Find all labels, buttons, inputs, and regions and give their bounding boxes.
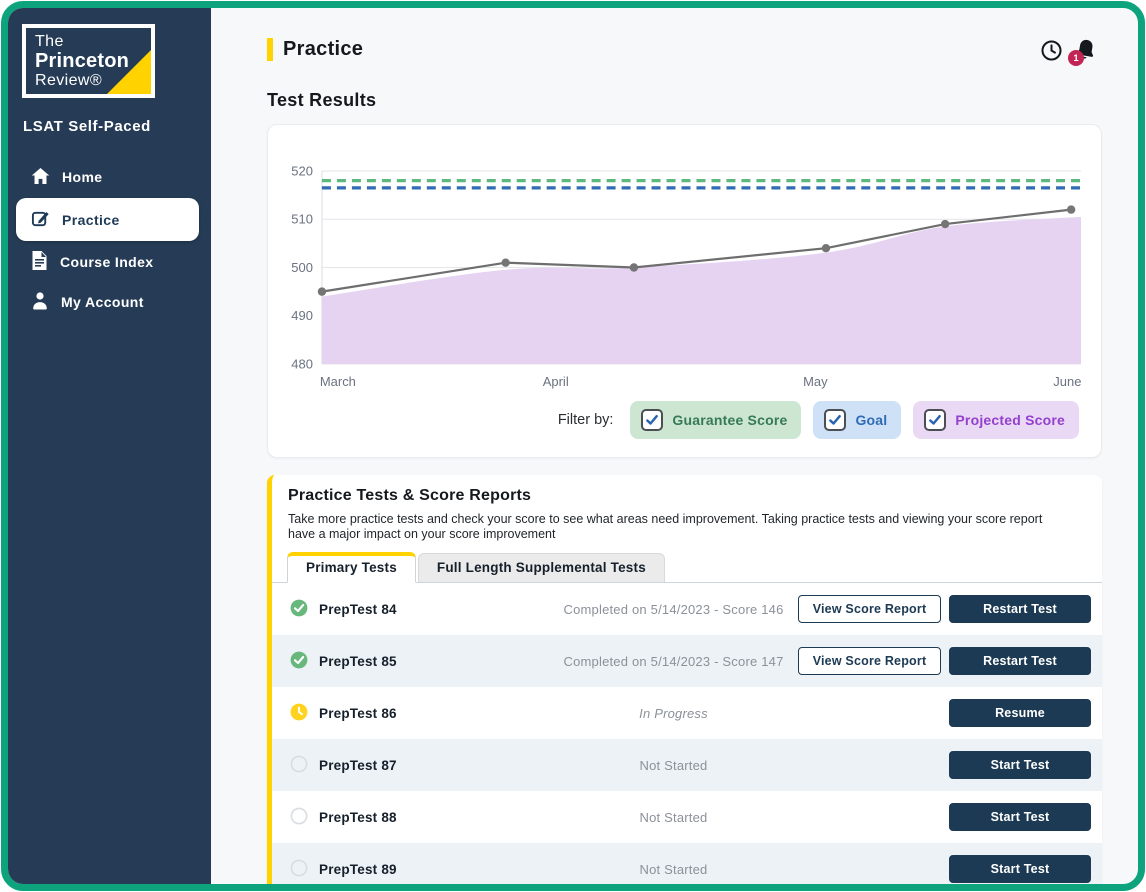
test-row-buttons: View Score Report Restart Test bbox=[789, 595, 1091, 623]
filter-chip-goal[interactable]: Goal bbox=[813, 401, 901, 439]
checkbox-checked-icon[interactable] bbox=[824, 409, 846, 431]
view-score-report-button[interactable]: View Score Report bbox=[798, 647, 941, 675]
title-yellow-accent bbox=[267, 38, 273, 61]
princeton-review-logo: The Princeton Review® bbox=[22, 24, 155, 98]
chart-filter-row: Filter by: Guarantee Score Goal bbox=[278, 393, 1091, 443]
filter-label: Filter by: bbox=[558, 412, 614, 428]
score-chart-card: 480 490 500 510 520 March April May June Filter … bbox=[267, 124, 1102, 458]
svg-text:510: 510 bbox=[291, 212, 313, 227]
chip-label: Guarantee Score bbox=[672, 412, 787, 428]
logo-yellow-triangle bbox=[107, 50, 151, 94]
page-title: Practice bbox=[283, 38, 363, 61]
card-description: Take more practice tests and check your … bbox=[272, 512, 1084, 542]
test-name: PrepTest 84 bbox=[319, 602, 397, 617]
sidebar-item-practice[interactable]: Practice bbox=[16, 198, 199, 241]
test-status-text: Not Started bbox=[558, 758, 789, 773]
home-icon bbox=[31, 167, 50, 188]
sidebar-item-course-index[interactable]: Course Index bbox=[14, 242, 211, 282]
test-name: PrepTest 86 bbox=[319, 706, 397, 721]
sidebar-item-home[interactable]: Home bbox=[14, 157, 211, 197]
tests-tabs: Primary Tests Full Length Supplemental T… bbox=[272, 552, 1102, 583]
product-name: LSAT Self-Paced bbox=[23, 118, 211, 135]
sidebar-item-label: Practice bbox=[62, 212, 120, 228]
notification-badge: 1 bbox=[1068, 50, 1084, 66]
view-score-report-button[interactable]: View Score Report bbox=[798, 595, 941, 623]
sidebar-nav: Home Practice Course Index My Account bbox=[14, 157, 211, 322]
edit-pencil-icon bbox=[31, 209, 50, 231]
card-title: Practice Tests & Score Reports bbox=[272, 487, 1102, 505]
sidebar-item-label: Course Index bbox=[60, 254, 154, 270]
filter-chip-guarantee-score[interactable]: Guarantee Score bbox=[630, 401, 801, 439]
section-heading: Test Results bbox=[267, 90, 1102, 111]
restart-test-button[interactable]: Restart Test bbox=[949, 647, 1091, 675]
test-status-text: Not Started bbox=[558, 810, 789, 825]
start-test-button[interactable]: Start Test bbox=[949, 751, 1091, 779]
notifications-bell-icon[interactable]: 1 bbox=[1073, 38, 1098, 63]
test-row: PrepTest 84 Completed on 5/14/2023 - Sco… bbox=[272, 583, 1102, 635]
chip-label: Goal bbox=[855, 412, 887, 428]
test-row-buttons: Resume bbox=[789, 699, 1091, 727]
svg-text:April: April bbox=[543, 374, 569, 389]
test-name: PrepTest 88 bbox=[319, 810, 397, 825]
test-status-text: Completed on 5/14/2023 - Score 146 bbox=[558, 602, 789, 617]
top-bar: Practice 1 bbox=[267, 38, 1102, 63]
sidebar-item-label: My Account bbox=[61, 294, 144, 310]
test-status-text: Completed on 5/14/2023 - Score 147 bbox=[558, 654, 789, 669]
tab-primary-tests[interactable]: Primary Tests bbox=[287, 552, 416, 583]
resume-button[interactable]: Resume bbox=[949, 699, 1091, 727]
chip-label: Projected Score bbox=[955, 412, 1065, 428]
sidebar-item-label: Home bbox=[62, 169, 103, 185]
test-status-text: In Progress bbox=[558, 706, 789, 721]
empty-circle-icon bbox=[290, 755, 308, 776]
start-test-button[interactable]: Start Test bbox=[949, 803, 1091, 831]
test-name: PrepTest 85 bbox=[319, 654, 397, 669]
empty-circle-icon bbox=[290, 807, 308, 828]
person-icon bbox=[31, 291, 49, 313]
checkbox-checked-icon[interactable] bbox=[641, 409, 663, 431]
app-window: The Princeton Review® LSAT Self-Paced Ho… bbox=[1, 1, 1145, 891]
practice-tests-card: Practice Tests & Score Reports Take more… bbox=[267, 475, 1102, 884]
svg-text:480: 480 bbox=[291, 356, 313, 371]
test-row: PrepTest 87 Not Started Start Test bbox=[272, 739, 1102, 791]
empty-circle-icon bbox=[290, 859, 308, 880]
svg-text:May: May bbox=[803, 374, 828, 389]
checkbox-checked-icon[interactable] bbox=[924, 409, 946, 431]
main-content: Practice 1 Test Results 480 490 500 510 520 M… bbox=[211, 8, 1138, 884]
test-row-buttons: Start Test bbox=[789, 751, 1091, 779]
test-name: PrepTest 89 bbox=[319, 862, 397, 877]
svg-text:500: 500 bbox=[291, 260, 313, 275]
test-status-text: Not Started bbox=[558, 862, 789, 877]
tab-full-length-supplemental-tests[interactable]: Full Length Supplemental Tests bbox=[418, 553, 665, 582]
test-rows-list: PrepTest 84 Completed on 5/14/2023 - Sco… bbox=[272, 583, 1102, 884]
test-row-buttons: View Score Report Restart Test bbox=[789, 647, 1091, 675]
svg-text:490: 490 bbox=[291, 308, 313, 323]
filter-chip-projected-score[interactable]: Projected Score bbox=[913, 401, 1079, 439]
test-row: PrepTest 88 Not Started Start Test bbox=[272, 791, 1102, 843]
svg-text:March: March bbox=[320, 374, 356, 389]
history-clock-icon[interactable] bbox=[1040, 39, 1063, 62]
test-row-buttons: Start Test bbox=[789, 803, 1091, 831]
sidebar-item-my-account[interactable]: My Account bbox=[14, 282, 211, 322]
check-circle-icon bbox=[290, 599, 308, 620]
logo-line-1: The bbox=[35, 33, 151, 51]
test-name: PrepTest 87 bbox=[319, 758, 397, 773]
test-row: PrepTest 86 In Progress Resume bbox=[272, 687, 1102, 739]
start-test-button[interactable]: Start Test bbox=[949, 855, 1091, 883]
test-row-buttons: Start Test bbox=[789, 855, 1091, 883]
score-trend-chart: 480 490 500 510 520 March April May June bbox=[278, 141, 1091, 393]
clock-circle-icon bbox=[290, 703, 308, 724]
document-icon bbox=[31, 251, 48, 273]
test-row: PrepTest 85 Completed on 5/14/2023 - Sco… bbox=[272, 635, 1102, 687]
restart-test-button[interactable]: Restart Test bbox=[949, 595, 1091, 623]
svg-text:520: 520 bbox=[291, 163, 313, 178]
sidebar: The Princeton Review® LSAT Self-Paced Ho… bbox=[8, 8, 211, 884]
check-circle-icon bbox=[290, 651, 308, 672]
svg-text:June: June bbox=[1053, 374, 1081, 389]
test-row: PrepTest 89 Not Started Start Test bbox=[272, 843, 1102, 884]
